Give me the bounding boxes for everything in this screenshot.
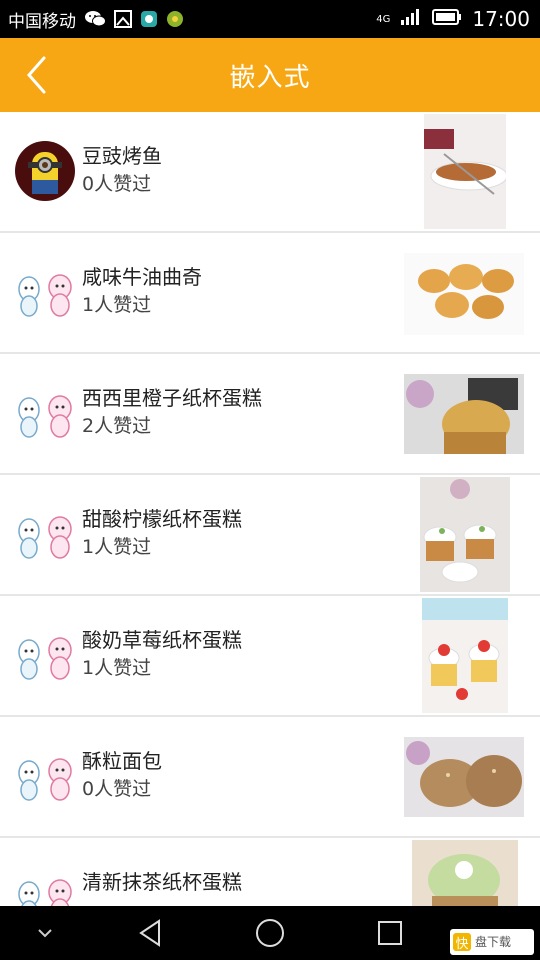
list-item[interactable]: 清新抹茶纸杯蛋糕 — [0, 838, 540, 906]
recipe-name: 甜酸柠檬纸杯蛋糕 — [82, 507, 242, 531]
recipe-image — [424, 114, 506, 229]
list-item[interactable]: 酥粒面包 0人赞过 — [0, 717, 540, 838]
chevron-left-icon — [26, 56, 46, 94]
minion-avatar — [14, 140, 76, 202]
system-nav-bar: 快 盘下载 — [0, 906, 540, 960]
app-notification-icon — [140, 10, 158, 28]
like-count: 1人赞过 — [82, 657, 152, 679]
recipe-name: 咸味牛油曲奇 — [82, 265, 202, 289]
recents-nav-button[interactable] — [370, 906, 410, 960]
cartoon-avatar — [14, 624, 76, 686]
recipe-image — [422, 598, 508, 713]
like-count: 1人赞过 — [82, 536, 152, 558]
battery-icon — [432, 8, 462, 30]
item-text: 豆豉烤鱼 0人赞过 — [82, 142, 162, 198]
recipe-image — [420, 477, 510, 592]
like-count: 2人赞过 — [82, 415, 152, 437]
like-count: 0人赞过 — [82, 778, 152, 800]
recipe-name: 酥粒面包 — [82, 749, 162, 773]
list-item[interactable]: 甜酸柠檬纸杯蛋糕 1人赞过 — [0, 475, 540, 596]
recipe-name: 豆豉烤鱼 — [82, 144, 162, 168]
list-item[interactable]: 咸味牛油曲奇 1人赞过 — [0, 233, 540, 354]
recipe-image — [404, 253, 524, 335]
recipe-image — [412, 840, 518, 906]
item-text: 清新抹茶纸杯蛋糕 — [82, 868, 242, 896]
status-bar: 中国移动 4G 17:00 — [0, 0, 540, 38]
back-button[interactable] — [20, 52, 54, 98]
item-text: 咸味牛油曲奇 1人赞过 — [82, 263, 202, 319]
game-notification-icon — [166, 10, 184, 28]
item-text: 酸奶草莓纸杯蛋糕 1人赞过 — [82, 626, 242, 682]
cartoon-avatar — [14, 382, 76, 444]
item-text: 甜酸柠檬纸杯蛋糕 1人赞过 — [82, 505, 242, 561]
watermark-mark: 快 — [453, 933, 471, 952]
list-item[interactable]: 酸奶草莓纸杯蛋糕 1人赞过 — [0, 596, 540, 717]
cartoon-avatar — [14, 745, 76, 807]
cartoon-avatar — [14, 866, 76, 906]
wechat-icon — [84, 10, 106, 28]
recipe-name: 清新抹茶纸杯蛋糕 — [82, 870, 242, 894]
carrier-name: 中国移动 — [8, 11, 76, 32]
back-nav-button[interactable] — [130, 906, 170, 960]
page-title: 嵌入式 — [229, 62, 311, 93]
like-count: 0人赞过 — [82, 173, 152, 195]
network-label: 4G — [376, 13, 391, 25]
recipe-image — [404, 737, 524, 817]
cartoon-avatar — [14, 261, 76, 323]
like-count: 1人赞过 — [82, 294, 152, 316]
recents-square-icon — [378, 921, 402, 945]
home-circle-icon — [256, 919, 284, 947]
watermark-logo: 快 盘下载 — [450, 929, 534, 955]
list-item[interactable]: 西西里橙子纸杯蛋糕 2人赞过 — [0, 354, 540, 475]
cartoon-avatar — [14, 503, 76, 565]
signal-icon — [400, 8, 422, 30]
recipe-list[interactable]: 豆豉烤鱼 0人赞过 咸味牛油曲奇 1人赞过 西西里橙子纸杯蛋糕 2人赞过 甜酸柠… — [0, 112, 540, 906]
recipe-image — [404, 374, 524, 454]
hide-nav-button[interactable] — [30, 906, 60, 960]
watermark-text: 盘下载 — [475, 935, 512, 949]
gallery-icon — [114, 10, 132, 28]
chevron-down-icon — [38, 929, 52, 938]
item-text: 西西里橙子纸杯蛋糕 2人赞过 — [82, 384, 262, 440]
home-nav-button[interactable] — [250, 906, 290, 960]
back-triangle-icon — [139, 919, 160, 947]
app-header: 嵌入式 — [0, 38, 540, 112]
recipe-name: 西西里橙子纸杯蛋糕 — [82, 386, 262, 410]
recipe-name: 酸奶草莓纸杯蛋糕 — [82, 628, 242, 652]
item-text: 酥粒面包 0人赞过 — [82, 747, 162, 803]
list-item[interactable]: 豆豉烤鱼 0人赞过 — [0, 112, 540, 233]
clock: 17:00 — [472, 7, 530, 31]
